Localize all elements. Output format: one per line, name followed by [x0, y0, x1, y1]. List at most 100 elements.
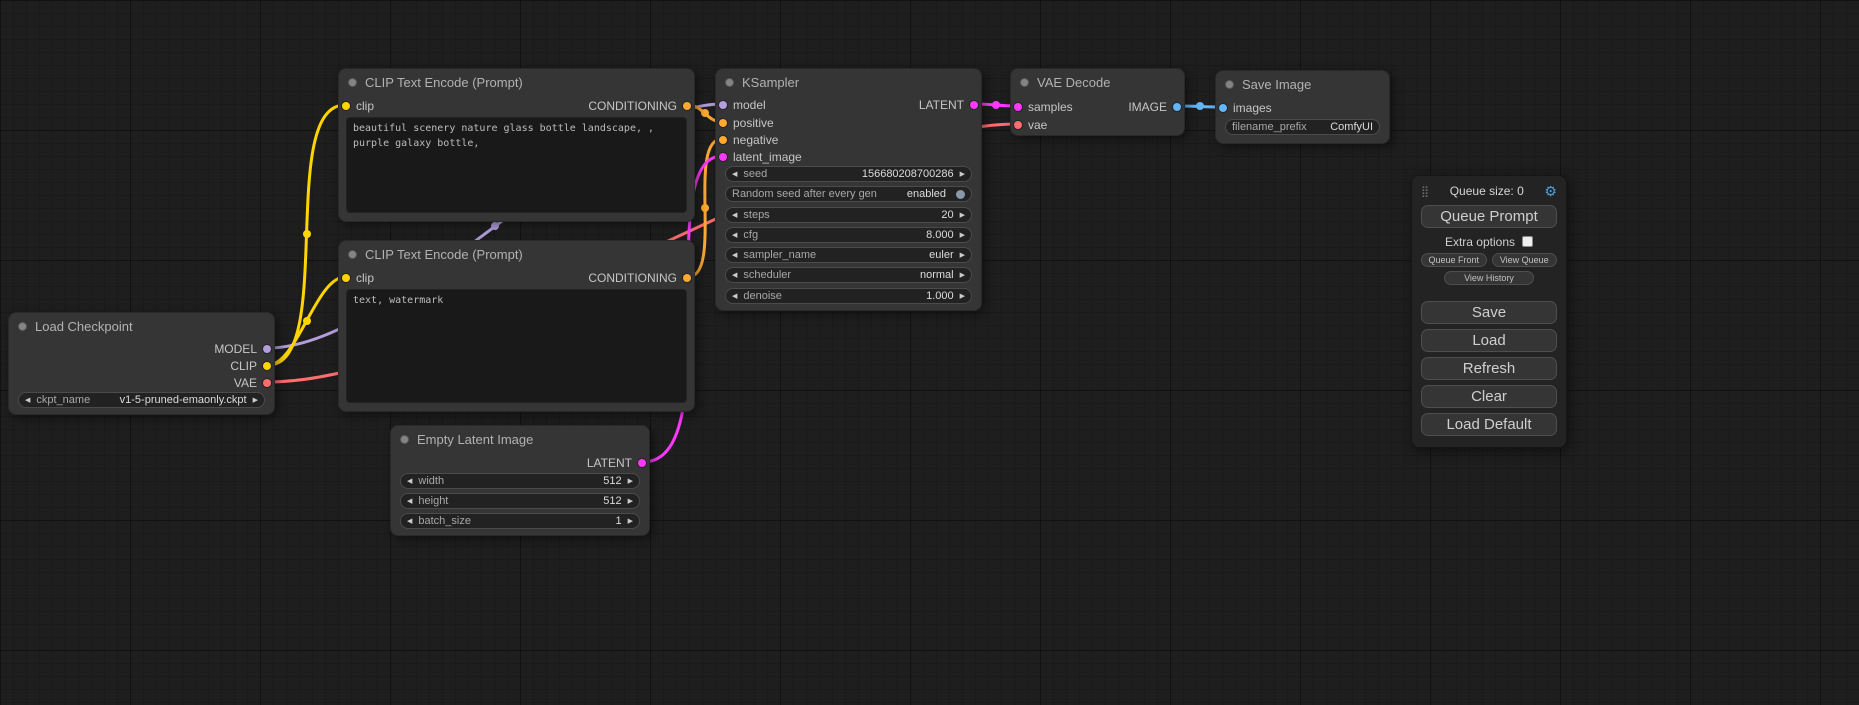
prompt-textarea[interactable]: beautiful scenery nature glass bottle la… [346, 117, 687, 213]
queue-front-button[interactable]: Queue Front [1421, 253, 1487, 267]
decrement-arrow-icon[interactable]: ◀ [732, 293, 737, 300]
output-slot-conditioning[interactable]: CONDITIONING [588, 99, 691, 113]
collapse-dot-icon[interactable] [400, 435, 409, 444]
seed-widget[interactable]: ◀ seed 156680208700286 ▶ [725, 166, 972, 182]
load-button[interactable]: Load [1421, 329, 1557, 352]
input-slot-images[interactable]: images [1219, 101, 1272, 115]
node-load-checkpoint[interactable]: Load Checkpoint MODEL CLIP VAE ◀ ckpt_na… [8, 312, 275, 415]
increment-arrow-icon[interactable]: ▶ [960, 212, 965, 219]
settings-gear-icon[interactable]: ⚙ [1544, 183, 1557, 200]
node-title-bar[interactable]: Empty Latent Image [391, 426, 649, 452]
slot-dot[interactable] [719, 119, 727, 127]
batch-size-widget[interactable]: ◀ batch_size 1 ▶ [400, 513, 640, 529]
cfg-widget[interactable]: ◀ cfg 8.000 ▶ [725, 227, 972, 243]
slot-dot[interactable] [263, 345, 271, 353]
sampler-name-widget[interactable]: ◀ sampler_name euler ▶ [725, 247, 972, 263]
node-title-bar[interactable]: Load Checkpoint [9, 313, 274, 339]
input-slot-samples[interactable]: samples [1014, 100, 1073, 114]
node-clip-text-encode-positive[interactable]: CLIP Text Encode (Prompt) clip CONDITION… [338, 68, 695, 222]
scheduler-widget[interactable]: ◀ scheduler normal ▶ [725, 267, 972, 283]
slot-dot[interactable] [683, 102, 691, 110]
filename-prefix-widget[interactable]: filename_prefix ComfyUI [1225, 119, 1380, 135]
increment-arrow-icon[interactable]: ▶ [253, 397, 258, 404]
decrement-arrow-icon[interactable]: ◀ [25, 397, 30, 404]
slot-dot[interactable] [638, 459, 646, 467]
slot-dot[interactable] [719, 101, 727, 109]
node-title-bar[interactable]: VAE Decode [1011, 69, 1184, 95]
collapse-dot-icon[interactable] [725, 78, 734, 87]
node-vae-decode[interactable]: VAE Decode samples vae IMAGE [1010, 68, 1185, 136]
slot-dot[interactable] [1173, 103, 1181, 111]
load-default-button[interactable]: Load Default [1421, 413, 1557, 436]
output-slot-latent[interactable]: LATENT [587, 456, 646, 470]
node-title-bar[interactable]: KSampler [716, 69, 981, 95]
slot-dot[interactable] [1219, 104, 1227, 112]
output-slot-image[interactable]: IMAGE [1128, 100, 1181, 114]
node-save-image[interactable]: Save Image images filename_prefix ComfyU… [1215, 70, 1390, 144]
decrement-arrow-icon[interactable]: ◀ [732, 232, 737, 239]
view-queue-button[interactable]: View Queue [1492, 253, 1558, 267]
decrement-arrow-icon[interactable]: ◀ [732, 171, 737, 178]
input-slot-negative[interactable]: negative [719, 133, 778, 147]
input-slot-clip[interactable]: clip [342, 99, 374, 113]
increment-arrow-icon[interactable]: ▶ [628, 478, 633, 485]
increment-arrow-icon[interactable]: ▶ [960, 232, 965, 239]
clear-button[interactable]: Clear [1421, 385, 1557, 408]
slot-dot[interactable] [263, 362, 271, 370]
width-widget[interactable]: ◀ width 512 ▶ [400, 473, 640, 489]
output-slot-conditioning[interactable]: CONDITIONING [588, 271, 691, 285]
increment-arrow-icon[interactable]: ▶ [628, 498, 633, 505]
slot-dot[interactable] [719, 153, 727, 161]
slot-dot[interactable] [719, 136, 727, 144]
collapse-dot-icon[interactable] [348, 250, 357, 259]
decrement-arrow-icon[interactable]: ◀ [732, 272, 737, 279]
slot-dot[interactable] [1014, 103, 1022, 111]
input-slot-positive[interactable]: positive [719, 116, 774, 130]
decrement-arrow-icon[interactable]: ◀ [407, 518, 412, 525]
node-ksampler[interactable]: KSampler model positive negative latent_… [715, 68, 982, 311]
input-slot-vae[interactable]: vae [1014, 118, 1047, 132]
slot-dot[interactable] [970, 101, 978, 109]
slot-dot[interactable] [342, 102, 350, 110]
output-slot-model[interactable]: MODEL [214, 342, 271, 356]
steps-widget[interactable]: ◀ steps 20 ▶ [725, 207, 972, 223]
queue-prompt-button[interactable]: Queue Prompt [1421, 205, 1557, 228]
save-button[interactable]: Save [1421, 301, 1557, 324]
ckpt-name-widget[interactable]: ◀ ckpt_name v1-5-pruned-emaonly.ckpt ▶ [18, 392, 265, 408]
height-widget[interactable]: ◀ height 512 ▶ [400, 493, 640, 509]
decrement-arrow-icon[interactable]: ◀ [407, 498, 412, 505]
increment-arrow-icon[interactable]: ▶ [628, 518, 633, 525]
node-title-bar[interactable]: CLIP Text Encode (Prompt) [339, 69, 694, 95]
input-slot-model[interactable]: model [719, 98, 766, 112]
node-title-bar[interactable]: CLIP Text Encode (Prompt) [339, 241, 694, 267]
input-slot-latent-image[interactable]: latent_image [719, 150, 802, 164]
decrement-arrow-icon[interactable]: ◀ [407, 478, 412, 485]
increment-arrow-icon[interactable]: ▶ [960, 252, 965, 259]
node-clip-text-encode-negative[interactable]: CLIP Text Encode (Prompt) clip CONDITION… [338, 240, 695, 412]
comfyui-canvas[interactable]: Load Checkpoint MODEL CLIP VAE ◀ ckpt_na… [0, 0, 1859, 705]
decrement-arrow-icon[interactable]: ◀ [732, 212, 737, 219]
extra-options-checkbox[interactable] [1522, 236, 1533, 247]
prompt-textarea[interactable]: text, watermark [346, 289, 687, 403]
collapse-dot-icon[interactable] [18, 322, 27, 331]
collapse-dot-icon[interactable] [1020, 78, 1029, 87]
slot-dot[interactable] [263, 379, 271, 387]
denoise-widget[interactable]: ◀ denoise 1.000 ▶ [725, 288, 972, 304]
slot-dot[interactable] [1014, 121, 1022, 129]
drag-handle-icon[interactable]: ⣿ [1421, 185, 1429, 198]
node-empty-latent-image[interactable]: Empty Latent Image LATENT ◀ width 512 ▶ … [390, 425, 650, 536]
slot-dot[interactable] [683, 274, 691, 282]
increment-arrow-icon[interactable]: ▶ [960, 272, 965, 279]
collapse-dot-icon[interactable] [348, 78, 357, 87]
output-slot-latent[interactable]: LATENT [919, 98, 978, 112]
toggle-indicator-icon[interactable] [956, 190, 965, 199]
increment-arrow-icon[interactable]: ▶ [960, 293, 965, 300]
increment-arrow-icon[interactable]: ▶ [960, 171, 965, 178]
refresh-button[interactable]: Refresh [1421, 357, 1557, 380]
output-slot-clip[interactable]: CLIP [230, 359, 271, 373]
random-seed-toggle-widget[interactable]: Random seed after every gen enabled [725, 186, 972, 202]
input-slot-clip[interactable]: clip [342, 271, 374, 285]
output-slot-vae[interactable]: VAE [234, 376, 271, 390]
view-history-button[interactable]: View History [1444, 271, 1534, 285]
decrement-arrow-icon[interactable]: ◀ [732, 252, 737, 259]
